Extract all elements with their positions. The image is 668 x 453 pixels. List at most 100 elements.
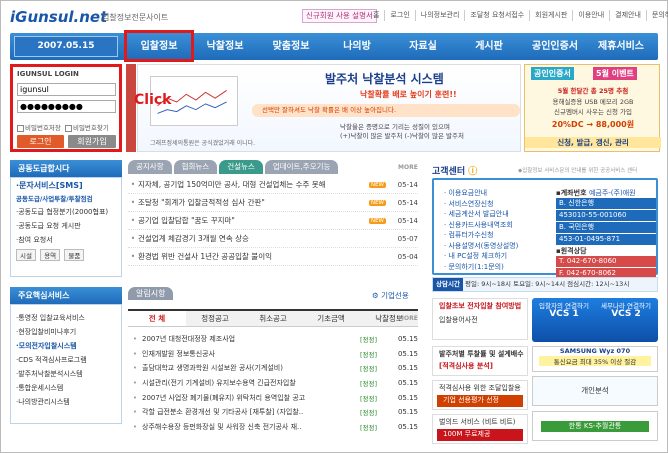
site-logo[interactable]: iGunsul.net (10, 8, 107, 26)
password-input[interactable] (17, 100, 116, 113)
certificate-event-ad[interactable]: 공인인증서 5월 이벤트 5월 한달간 총 25명 추첨 용해실증용 USB 메… (524, 64, 661, 152)
toplink-request[interactable]: 조달청 요청서접수 (464, 10, 529, 21)
service-item[interactable]: ·CDS 적격심사프로그램 (11, 353, 121, 367)
chip-facility[interactable]: 시설 (16, 249, 36, 261)
cc-link[interactable]: · 신용카드사용내역조회 (444, 220, 518, 231)
toplink-usage[interactable]: 이용안내 (572, 10, 609, 21)
service-item[interactable]: ·모의전자입찰시스템 (11, 339, 121, 353)
bid-title[interactable]: 시설관리(전기 기계설비) 유지보수용역 긴급전자입찰 (142, 378, 360, 388)
credit-eval-sub: 기업 선용평가 선정 (437, 395, 523, 407)
bid-rate-box[interactable]: 발주처별 투찰률 및 설계배수 [적격심사용 분석] (432, 346, 528, 376)
cc-link[interactable]: · 이용요금안내 (444, 188, 518, 199)
bid-title[interactable]: 상주해수용장 등펀화장실 및 사워장 신축 전기공사 재.. (142, 422, 360, 432)
bids-more-link[interactable]: MORE (398, 315, 418, 322)
tab-association[interactable]: 협회뉴스 (173, 160, 218, 174)
key-services-header[interactable]: 주요핵심서비스 (10, 287, 122, 304)
news-title[interactable]: 지자체, 공기업 150억미만 공사, 대형 건설업체는 수주 못해 (138, 179, 367, 190)
bid-title[interactable]: 2007년 사업장 폐기물(폐유지) 위탁처리 용역입찰 공고 (142, 393, 360, 403)
bid-rate-sub: [적격심사용 분석] (439, 362, 493, 370)
tab-updates[interactable]: 업데이트,주오기능 (264, 160, 339, 174)
nav-custom-info[interactable]: 맞춤정보 (258, 33, 324, 60)
tab-notice[interactable]: 공지사항 (128, 160, 172, 174)
vcs-banner[interactable]: 입찰자의 연결하기 VCS 1 세무나라 연결하기 VCS 2 (532, 298, 658, 342)
toplink-myinfo[interactable]: 나의정보관리 (414, 10, 465, 21)
cc-link[interactable]: · 사용설명서(동영상설명) (444, 241, 518, 252)
chip-goods[interactable]: 물품 (64, 249, 85, 261)
news-more-link[interactable]: MORE (398, 164, 418, 171)
nav-my-room[interactable]: 나의방 (324, 33, 390, 60)
service-item[interactable]: ·통합운세시스템 (11, 381, 121, 395)
tab-all[interactable]: 전 체 (128, 311, 186, 326)
service-item[interactable]: ·통영정 입찰교육서비스 (11, 311, 121, 325)
left-item-agreement[interactable]: ·공동도급 협정분기(2000협표) (11, 205, 121, 219)
news-row[interactable]: • 건설업계 체감경기 3개월 연속 상승 05-07 (128, 230, 418, 248)
tab-cancel[interactable]: 취소공고 (244, 311, 302, 326)
bid-row[interactable]: • 시설관리(전기 기계설비) 유지보수용역 긴급전자입찰 [정정] 05.15 (128, 376, 418, 391)
news-title[interactable]: 조달청 "회계가 입찰금적적성 심사 간판" (138, 197, 367, 208)
nav-library[interactable]: 자료실 (390, 33, 456, 60)
bid-row[interactable]: • 출담대학교 생명과학원 시설보완 공사(기계설비) [정정] 05.15 (128, 361, 418, 376)
find-checkbox[interactable] (64, 124, 72, 132)
bid-row[interactable]: • 2007년 대청전대정장 제조사업 [정정] 05.15 (128, 332, 418, 347)
e-bid-guide-link[interactable]: 입찰초보 전자입찰 참여방법 (433, 299, 527, 313)
nav-certificate[interactable]: 공인인증서 (522, 33, 588, 60)
ks-banner[interactable]: 한통 KS-추월관통 (532, 411, 658, 441)
bid-title[interactable]: 각할 급전분소 환경개선 및 기타공사 [재투찰] (자입찰.. (142, 407, 360, 417)
new-member-guide-link[interactable]: 신규회원 사용 설명서 (302, 9, 377, 23)
vcs2-link[interactable]: 세무나라 연결하기 VCS 2 (596, 302, 656, 319)
sms-service-sub[interactable]: 공동도급/사업투찰/투찰점검 (11, 193, 121, 205)
news-row[interactable]: • 조달청 "회계가 입찰금적적성 심사 간판" NEW 05-14 (128, 194, 418, 212)
toplink-board[interactable]: 회원게시판 (529, 10, 572, 21)
news-title[interactable]: 건설업계 체감경기 3개월 연속 상승 (138, 233, 386, 244)
join-button[interactable]: 회원가입 (68, 135, 116, 148)
personal-analysis-banner[interactable]: 개인분석 (532, 376, 658, 406)
bid-notice-header[interactable]: 알림시항 (128, 287, 174, 300)
cc-link[interactable]: · 서비스연장신청 (444, 199, 518, 210)
news-row[interactable]: • 공기업 입찰담합 "꿈도 꾸지마" NEW 05-14 (128, 212, 418, 230)
service-item[interactable]: ·발주처낙찰분석시스템 (11, 367, 121, 381)
toplink-payment[interactable]: 결제안내 (609, 10, 646, 21)
find-label[interactable]: 비밀번호찾기 (73, 124, 109, 132)
cc-link[interactable]: · 문의하기(1:1문의) (444, 262, 518, 273)
service-item[interactable]: ·현장입찰비미나후기 (11, 325, 121, 339)
login-button[interactable]: 로그인 (17, 135, 64, 148)
service-item[interactable]: ·나의방관리시스템 (11, 395, 121, 409)
credit-eval-box[interactable]: 적격심사용 위한 조달입찰용 기업 선용평가 선정 (432, 380, 528, 410)
tab-construction-news[interactable]: 건설뉴스 (219, 160, 263, 174)
company-credit-link[interactable]: ⚙ 기업선용 (372, 290, 409, 301)
tab-correction[interactable]: 정정공고 (186, 311, 244, 326)
toplink-login[interactable]: 로그인 (384, 10, 414, 21)
samsung-ad[interactable]: SAMSUNG Wyz 070 통신요금 최대 35% 이상 절감 (532, 346, 658, 372)
news-title[interactable]: 환경법 위반 건설사 1년간 공공입찰 불이익 (138, 251, 386, 262)
toplink-home[interactable]: 홈 (368, 10, 384, 21)
tab-base-amount[interactable]: 기초금액 (302, 311, 360, 326)
cc-link[interactable]: · 내 PC설정 체크하기 (444, 251, 518, 262)
left-item-participation[interactable]: ·참여 요청서 (11, 233, 121, 247)
news-title[interactable]: 공기업 입찰담합 "꿈도 꾸지마" (138, 215, 367, 226)
save-checkbox[interactable] (17, 124, 24, 132)
nav-award-info[interactable]: 낙찰정보 (192, 33, 258, 60)
cc-link[interactable]: · 컴퓨터가수신청 (444, 230, 518, 241)
bid-row[interactable]: • 상주해수용장 등펀화장실 및 사워장 신축 전기공사 재.. [정정] 05.15 (128, 420, 418, 435)
bid-title[interactable]: 출담대학교 생명과학원 시설보완 공사(기계설비) (142, 363, 360, 373)
bid-row[interactable]: • 인재개발원 정보통신공사 [정정] 05.15 (128, 347, 418, 362)
left-item-request-board[interactable]: ·공동도급 요청 게시판 (11, 219, 121, 233)
nav-partner[interactable]: 제휴서비스 (588, 33, 654, 60)
banner-tab-strip[interactable] (126, 64, 136, 152)
chip-service[interactable]: 용역 (40, 249, 61, 261)
news-row[interactable]: • 지자체, 공기업 150억미만 공사, 대형 건설업체는 수주 못해 NEW 05… (128, 176, 418, 194)
bid-row[interactable]: • 각할 급전분소 환경개선 및 기타공사 [재투찰] (자입찰.. [정정] 05.… (128, 405, 418, 420)
nav-board[interactable]: 게시판 (456, 33, 522, 60)
bid-title[interactable]: 인재개발원 정보통신공사 (142, 349, 360, 359)
cc-link[interactable]: · 세금계산서 발급안내 (444, 209, 518, 220)
joint-contract-header[interactable]: 공동도급합시다 (10, 160, 122, 177)
id-input[interactable] (17, 83, 116, 96)
glossary-link[interactable]: 입찰용어사전 (433, 313, 527, 327)
toplink-contact[interactable]: 문의하기 (645, 10, 668, 21)
bid-row[interactable]: • 2007년 사업장 폐기물(폐유지) 위탁처리 용역입찰 공고 [정정] 05.1… (128, 390, 418, 405)
vcs1-link[interactable]: 입찰자의 연결하기 VCS 1 (534, 302, 594, 319)
sms-service-link[interactable]: ·문자서비스[SMS] (11, 178, 121, 193)
news-row[interactable]: • 환경법 위반 건설사 1년간 공공입찰 불이익 05-04 (128, 248, 418, 266)
webhard-box[interactable]: 벌의드 서비스 (비트 비트) 100M 무료제공 (432, 414, 528, 444)
bid-title[interactable]: 2007년 대청전대정장 제조사업 (142, 334, 360, 344)
